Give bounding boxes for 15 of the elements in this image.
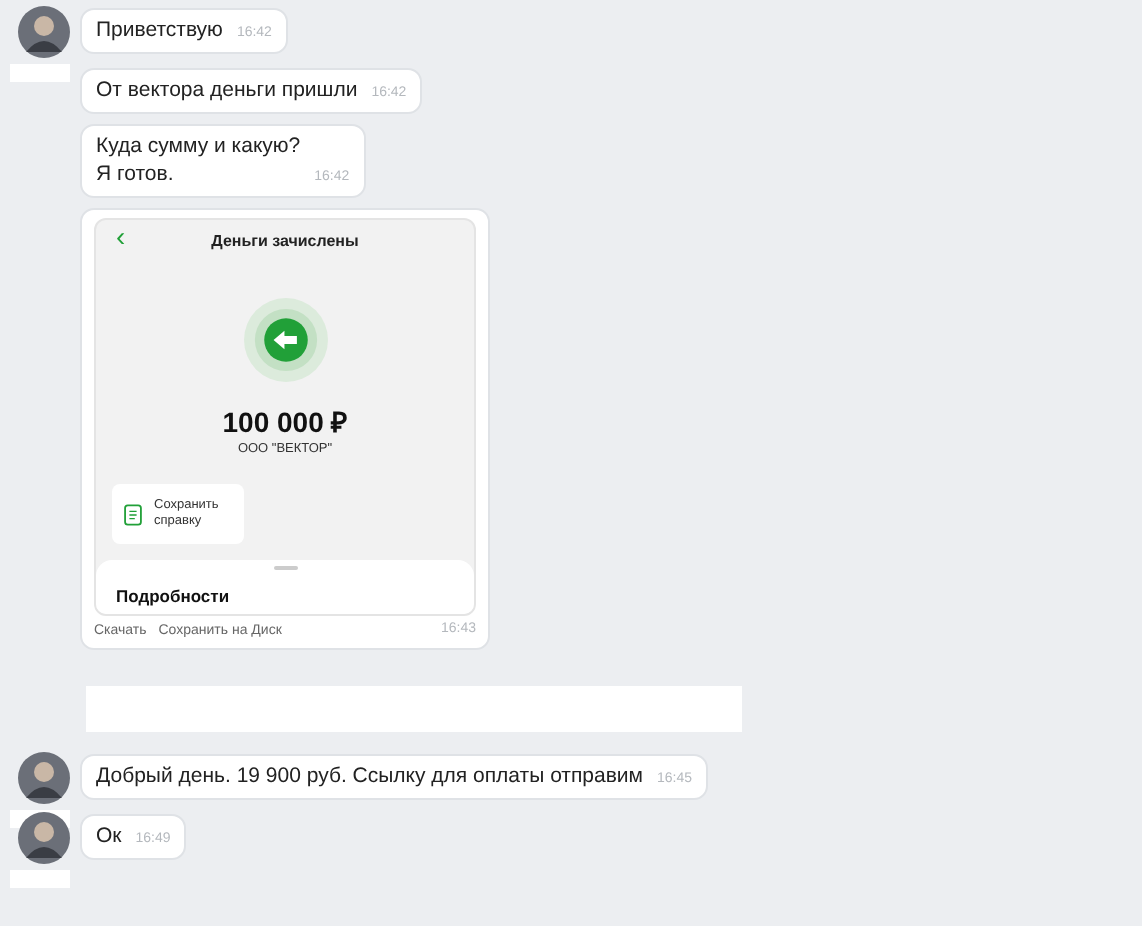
avatar[interactable] — [18, 812, 70, 864]
avatar[interactable] — [18, 752, 70, 804]
sheet-handle[interactable] — [273, 566, 297, 570]
avatar[interactable] — [18, 6, 70, 58]
details-title: Подробности — [116, 586, 232, 606]
message-text: От вектора деньги пришли — [96, 78, 358, 104]
screen-title: Деньги зачислены — [211, 231, 359, 249]
document-icon — [124, 503, 142, 525]
amount-text: 100 000 ₽ — [222, 406, 348, 438]
message-text: Я готов. — [96, 162, 176, 188]
message-text: Добрый день. 19 900 руб. Ссылку для оплаты отправим — [96, 764, 644, 790]
back-icon: ‹ — [116, 222, 126, 250]
message-text: Ок — [96, 824, 122, 850]
message-text: Куда сумму и какую? — [96, 134, 301, 160]
message-text: Приветствую — [96, 18, 223, 44]
